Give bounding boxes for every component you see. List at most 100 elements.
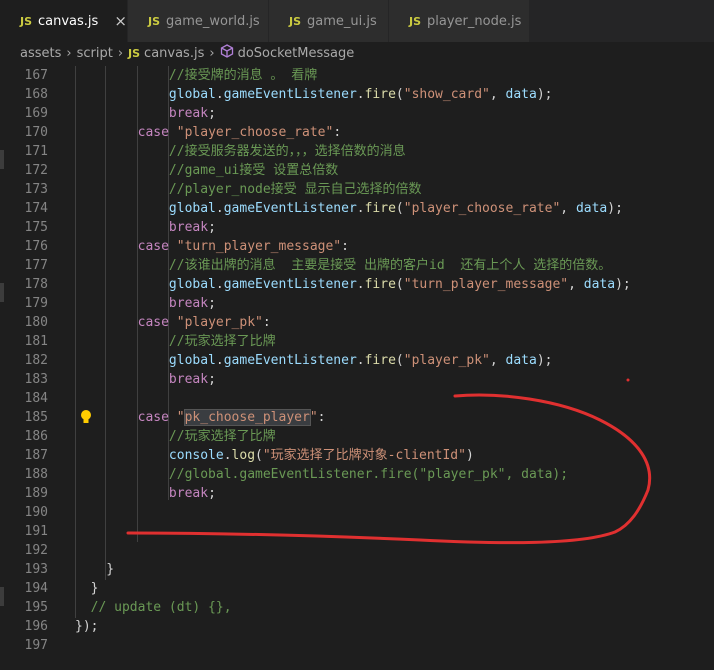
- line-number: 171: [24, 144, 48, 159]
- line-number: 187: [24, 448, 48, 463]
- code-text[interactable]: break;: [75, 484, 216, 503]
- line-number: 195: [24, 600, 48, 615]
- line-number: 191: [24, 524, 48, 539]
- code-text[interactable]: });: [75, 617, 98, 636]
- code-text[interactable]: //global.gameEventListener.fire("player_…: [75, 465, 568, 484]
- method-icon: [220, 44, 234, 62]
- code-line[interactable]: 167 //接受牌的消息 。 看牌: [0, 66, 714, 85]
- code-text[interactable]: //玩家选择了比牌: [75, 427, 276, 446]
- code-line[interactable]: 176 case "turn_player_message":: [0, 237, 714, 256]
- line-number: 178: [24, 277, 48, 292]
- code-line[interactable]: 192: [0, 541, 714, 560]
- code-line[interactable]: 178 global.gameEventListener.fire("turn_…: [0, 275, 714, 294]
- code-line[interactable]: 180 case "player_pk":: [0, 313, 714, 332]
- line-number: 177: [24, 258, 48, 273]
- code-line[interactable]: 177 //该谁出牌的消息 主要是接受 出牌的客户id 还有上个人 选择的倍数。: [0, 256, 714, 275]
- code-text[interactable]: //player_node接受 显示自己选择的倍数: [75, 180, 422, 199]
- code-text[interactable]: case "player_pk":: [75, 313, 271, 332]
- code-text[interactable]: case "pk_choose_player":: [75, 408, 325, 427]
- line-number: 172: [24, 163, 48, 178]
- line-number: 186: [24, 429, 48, 444]
- js-file-icon: JS: [128, 46, 141, 60]
- line-number: 169: [24, 106, 48, 121]
- line-number: 167: [24, 68, 48, 83]
- code-text[interactable]: // update (dt) {},: [75, 598, 232, 617]
- code-text[interactable]: //接受服务器发送的，，，选择倍数的消息: [75, 142, 406, 161]
- chevron-right-icon: ›: [117, 45, 124, 61]
- breadcrumb: assets › script › JS canvas.js › doSocke…: [0, 42, 714, 64]
- code-line[interactable]: 189 break;: [0, 484, 714, 503]
- tab-label: canvas.js: [38, 13, 99, 29]
- chevron-right-icon: ›: [66, 45, 72, 61]
- line-number: 188: [24, 467, 48, 482]
- tab-canvas-js[interactable]: JS canvas.js ×: [0, 0, 128, 42]
- line-number: 183: [24, 372, 48, 387]
- code-line[interactable]: 171 //接受服务器发送的，，，选择倍数的消息: [0, 142, 714, 161]
- line-number: 194: [24, 581, 48, 596]
- code-text[interactable]: break;: [75, 294, 216, 313]
- code-line[interactable]: 186 //玩家选择了比牌: [0, 427, 714, 446]
- code-text[interactable]: global.gameEventListener.fire("player_pk…: [75, 351, 553, 370]
- code-text[interactable]: }: [75, 560, 114, 579]
- code-text[interactable]: //game_ui接受 设置总倍数: [75, 161, 338, 180]
- line-number: 173: [24, 182, 48, 197]
- line-number: 168: [24, 87, 48, 102]
- code-text[interactable]: global.gameEventListener.fire("player_ch…: [75, 199, 623, 218]
- code-text[interactable]: //接受牌的消息 。 看牌: [75, 66, 317, 85]
- code-line[interactable]: 172 //game_ui接受 设置总倍数: [0, 161, 714, 180]
- breadcrumb-assets[interactable]: assets: [20, 46, 61, 61]
- code-line[interactable]: 184: [0, 389, 714, 408]
- close-icon[interactable]: ×: [114, 12, 127, 30]
- line-number: 192: [24, 543, 48, 558]
- line-number: 189: [24, 486, 48, 501]
- code-line[interactable]: 185 case "pk_choose_player":: [0, 408, 714, 427]
- line-number: 175: [24, 220, 48, 235]
- code-text[interactable]: //玩家选择了比牌: [75, 332, 276, 351]
- tab-game-ui-js[interactable]: JS game_ui.js: [269, 0, 389, 42]
- code-line[interactable]: 173 //player_node接受 显示自己选择的倍数: [0, 180, 714, 199]
- breadcrumb-do-socket-message[interactable]: doSocketMessage: [238, 46, 355, 61]
- tab-game-world-js[interactable]: JS game_world.js: [128, 0, 269, 42]
- code-line[interactable]: 195 // update (dt) {},: [0, 598, 714, 617]
- code-text[interactable]: break;: [75, 104, 216, 123]
- code-line[interactable]: 169 break;: [0, 104, 714, 123]
- js-file-icon: JS: [289, 14, 302, 28]
- code-line[interactable]: 179 break;: [0, 294, 714, 313]
- code-line[interactable]: 183 break;: [0, 370, 714, 389]
- code-text[interactable]: case "player_choose_rate":: [75, 123, 342, 142]
- code-text[interactable]: console.log("玩家选择了比牌对象-clientId"): [75, 446, 474, 465]
- code-line[interactable]: 197: [0, 636, 714, 655]
- code-line[interactable]: 174 global.gameEventListener.fire("playe…: [0, 199, 714, 218]
- code-line[interactable]: 168 global.gameEventListener.fire("show_…: [0, 85, 714, 104]
- code-line[interactable]: 194 }: [0, 579, 714, 598]
- line-number: 185: [24, 410, 48, 425]
- tab-label: game_world.js: [166, 13, 260, 29]
- code-text[interactable]: }: [75, 579, 99, 598]
- code-line[interactable]: 187 console.log("玩家选择了比牌对象-clientId"): [0, 446, 714, 465]
- code-line[interactable]: 175 break;: [0, 218, 714, 237]
- code-line[interactable]: 193 }: [0, 560, 714, 579]
- line-number: 170: [24, 125, 48, 140]
- code-text[interactable]: case "turn_player_message":: [75, 237, 349, 256]
- code-text[interactable]: //该谁出牌的消息 主要是接受 出牌的客户id 还有上个人 选择的倍数。: [75, 256, 611, 275]
- code-line[interactable]: 182 global.gameEventListener.fire("playe…: [0, 351, 714, 370]
- code-text[interactable]: global.gameEventListener.fire("turn_play…: [75, 275, 631, 294]
- code-text[interactable]: break;: [75, 370, 216, 389]
- code-text[interactable]: break;: [75, 218, 216, 237]
- tab-player-node-js[interactable]: JS player_node.js: [389, 0, 530, 42]
- code-line[interactable]: 181 //玩家选择了比牌: [0, 332, 714, 351]
- lightbulb-icon[interactable]: [80, 409, 92, 429]
- code-line[interactable]: 188 //global.gameEventListener.fire("pla…: [0, 465, 714, 484]
- code-line[interactable]: 191: [0, 522, 714, 541]
- code-editor[interactable]: 167 //接受牌的消息 。 看牌 168 global.gameEventLis…: [0, 66, 714, 670]
- code-line[interactable]: 196});: [0, 617, 714, 636]
- chevron-right-icon: ›: [209, 45, 215, 61]
- breadcrumb-script[interactable]: script: [77, 46, 113, 61]
- line-number: 193: [24, 562, 48, 577]
- line-number: 190: [24, 505, 48, 520]
- code-line[interactable]: 170 case "player_choose_rate":: [0, 123, 714, 142]
- code-line[interactable]: 190: [0, 503, 714, 522]
- tab-bar: JS canvas.js × JS game_world.js JS game_…: [0, 0, 714, 42]
- code-text[interactable]: global.gameEventListener.fire("show_card…: [75, 85, 553, 104]
- breadcrumb-canvas-js[interactable]: canvas.js: [144, 46, 204, 61]
